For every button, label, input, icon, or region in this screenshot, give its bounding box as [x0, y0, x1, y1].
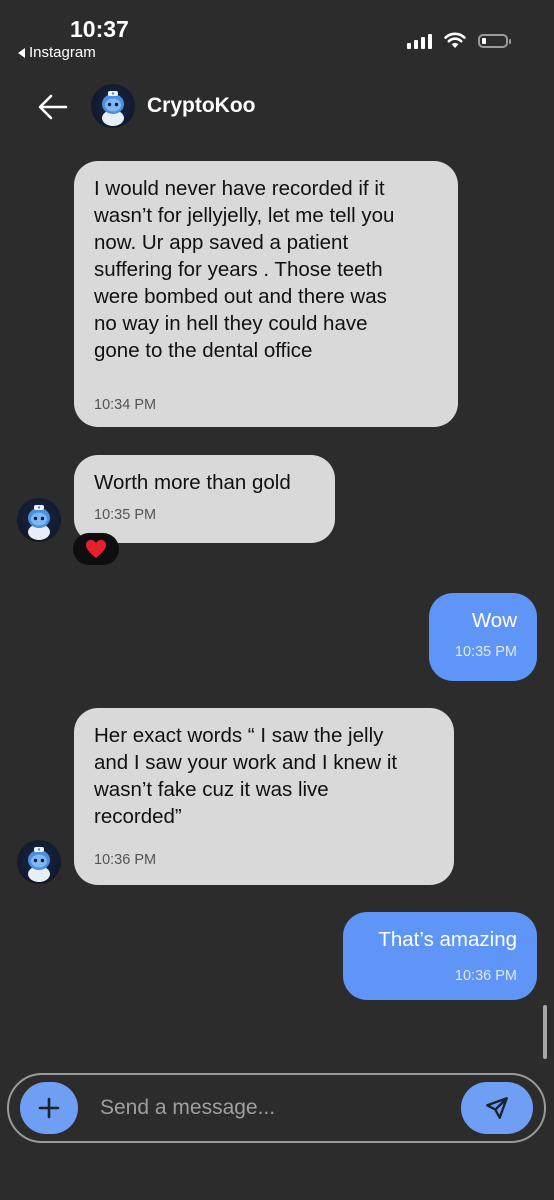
status-icons: [407, 32, 511, 49]
message-time: 10:34 PM: [94, 397, 157, 413]
message-bubble-outgoing[interactable]: That’s amazing 10:36 PM: [343, 912, 537, 1000]
status-time: 10:37: [70, 16, 129, 42]
avatar[interactable]: [17, 498, 61, 542]
heart-icon: [86, 539, 106, 559]
wifi-icon: [444, 32, 466, 48]
message-bubble-incoming[interactable]: Worth more than gold 10:35 PM: [74, 455, 335, 543]
robot-avatar-icon: [28, 505, 50, 540]
plus-icon: [38, 1097, 60, 1119]
message-bubble-outgoing[interactable]: Wow 10:35 PM: [429, 593, 537, 681]
arrow-left-icon[interactable]: [36, 90, 70, 124]
back-triangle-icon: [18, 47, 25, 58]
chat-screen: 10:37 Instagram CryptoKoo I would never …: [0, 0, 554, 1200]
contact-name[interactable]: CryptoKoo: [147, 94, 256, 118]
avatar[interactable]: [17, 840, 61, 884]
battery-icon: [478, 33, 511, 48]
message-text: Worth more than gold: [94, 471, 291, 494]
robot-avatar-icon: [102, 91, 124, 126]
add-attachment-button[interactable]: [20, 1082, 78, 1134]
message-bubble-incoming[interactable]: Her exact words “ I saw the jelly and I …: [74, 708, 454, 885]
avatar[interactable]: [91, 84, 135, 128]
message-time: 10:35 PM: [94, 507, 157, 523]
message-text: I would never have recorded if it wasn’t…: [94, 177, 395, 362]
message-text: Wow: [471, 609, 517, 632]
message-text: Her exact words “ I saw the jelly and I …: [94, 724, 398, 828]
paper-plane-icon: [486, 1097, 508, 1119]
robot-avatar-icon: [28, 847, 50, 882]
message-input[interactable]: [100, 1090, 440, 1126]
heart-reaction[interactable]: [73, 533, 119, 565]
message-time: 10:35 PM: [454, 644, 517, 660]
message-time: 10:36 PM: [94, 852, 157, 868]
message-text: That’s amazing: [378, 928, 517, 951]
send-button[interactable]: [461, 1082, 533, 1134]
scrollbar[interactable]: [543, 1005, 547, 1059]
message-time: 10:36 PM: [454, 968, 517, 984]
cellular-signal-icon: [407, 33, 432, 49]
message-bubble-incoming[interactable]: I would never have recorded if it wasn’t…: [74, 161, 458, 427]
back-app-label: Instagram: [29, 44, 96, 61]
back-to-app-link[interactable]: Instagram: [18, 44, 96, 61]
